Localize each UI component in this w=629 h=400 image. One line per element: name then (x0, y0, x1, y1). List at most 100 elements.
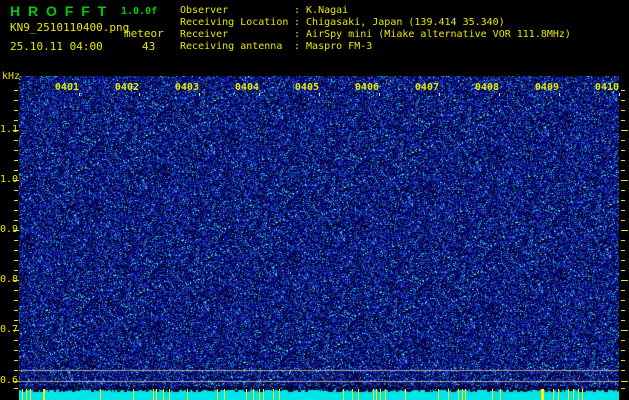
time-label: 0409 (534, 82, 559, 93)
meteor-marker (465, 389, 466, 400)
freq-minor-tick-right (621, 250, 625, 251)
meteor-marker (253, 389, 254, 400)
freq-axis-label: 0.9 (0, 224, 19, 235)
freq-minor-tick-right (621, 370, 625, 371)
meteor-marker (163, 389, 164, 400)
info-label: Receiver (180, 29, 229, 40)
minute-tick (499, 93, 500, 96)
freq-minor-tick-right (621, 350, 625, 351)
meteor-marker (541, 389, 544, 400)
meteor-marker (279, 389, 280, 400)
freq-minor-tick (14, 240, 18, 241)
info-label: Receiving antenna (180, 41, 283, 52)
freq-minor-tick-right (621, 310, 625, 311)
meteor-marker (259, 389, 260, 400)
freq-axis-label: 0.7 (0, 324, 19, 335)
freq-minor-tick (14, 100, 18, 101)
meteor-marker (169, 389, 170, 400)
info-value: : AirSpy mini (Miake alternative VOR 111… (294, 29, 571, 40)
freq-minor-tick (14, 370, 18, 371)
freq-minor-tick (14, 190, 18, 191)
spectrogram-canvas (19, 76, 619, 400)
timestamp: 25.10.11 04:00 (10, 40, 103, 53)
freq-minor-tick (14, 250, 18, 251)
freq-minor-tick-right (621, 110, 625, 111)
meteor-marker (405, 389, 406, 400)
info-value: : K.Nagai (294, 5, 349, 16)
minute-tick (79, 93, 80, 96)
meteor-marker (582, 389, 583, 400)
freq-minor-tick-right (621, 150, 625, 151)
freq-axis-label: 0.6 (0, 375, 19, 386)
freq-minor-tick (14, 120, 18, 121)
freq-minor-tick (14, 290, 18, 291)
freq-minor-tick (14, 160, 18, 161)
freq-major-tick-right (621, 130, 628, 131)
meteor-marker (133, 389, 134, 400)
minute-tick (259, 93, 260, 96)
minute-tick (139, 93, 140, 96)
freq-minor-tick (14, 220, 18, 221)
freq-minor-tick-right (621, 210, 625, 211)
freq-minor-tick (14, 300, 18, 301)
minute-tick (319, 93, 320, 96)
freq-minor-tick (14, 200, 18, 201)
filename: KN9_2510110400.png (10, 21, 130, 34)
time-label: 0410 (594, 82, 619, 93)
freq-minor-tick-right (621, 290, 625, 291)
freq-minor-tick-right (621, 240, 625, 241)
meteor-count: 43 (142, 40, 156, 53)
freq-minor-tick (14, 110, 18, 111)
minute-tick (439, 93, 440, 96)
meteor-marker (153, 389, 154, 400)
freq-minor-tick-right (621, 190, 625, 191)
freq-minor-tick (14, 260, 18, 261)
freq-minor-tick-right (621, 200, 625, 201)
time-label: 0401 (54, 82, 79, 93)
meteor-marker (573, 389, 574, 400)
freq-minor-tick-right (621, 340, 625, 341)
meteor-marker (438, 389, 439, 400)
freq-minor-tick (14, 270, 18, 271)
meteor-marker (156, 389, 157, 400)
time-label: 0407 (414, 82, 439, 93)
time-label: 0408 (474, 82, 499, 93)
freq-minor-tick (14, 210, 18, 211)
info-row: Receiver : AirSpy mini (Miake alternative… (180, 29, 571, 41)
freq-minor-tick (14, 170, 18, 171)
freq-minor-tick-right (621, 360, 625, 361)
app-version: 1.0.0f (121, 6, 158, 17)
freq-minor-tick-right (621, 260, 625, 261)
freq-axis-label: 1.1 (0, 124, 19, 135)
header-info: Observer: K.Nagai Receiving Location : Chi… (180, 5, 571, 53)
meteor-marker (558, 389, 559, 400)
minute-tick (619, 93, 620, 96)
info-label: Receiving Location (180, 17, 289, 28)
meteor-marker (43, 389, 45, 400)
freq-minor-tick-right (621, 90, 625, 91)
info-row: Observer: K.Nagai (180, 5, 571, 17)
freq-minor-tick-right (621, 388, 625, 389)
freq-major-tick-right (621, 180, 628, 181)
freq-minor-tick (14, 150, 18, 151)
info-value: : Chigasaki, Japan (139.414 35.340) (294, 17, 505, 28)
time-label: 0405 (294, 82, 319, 93)
freq-axis-label: 1.0 (0, 174, 19, 185)
meteor-marker (343, 389, 344, 400)
info-row: Receiving antenna: Maspro FM-3 (180, 41, 571, 53)
time-label: 0406 (354, 82, 379, 93)
meteor-marker (492, 389, 493, 400)
freq-minor-tick-right (621, 140, 625, 141)
freq-axis-label: 0.8 (0, 274, 19, 285)
freq-major-tick-right (621, 230, 628, 231)
hrofft-screen: H R O F F T 1.0.0f KN9_2510110400.png me… (0, 0, 629, 400)
freq-minor-tick-right (621, 160, 625, 161)
time-label: 0402 (114, 82, 139, 93)
meteor-marker (30, 389, 31, 400)
freq-minor-tick (14, 310, 18, 311)
freq-minor-tick-right (621, 220, 625, 221)
app-title: H R O F F T (10, 3, 109, 19)
freq-minor-tick (14, 140, 18, 141)
freq-minor-tick (14, 340, 18, 341)
meteor-marker (217, 389, 218, 400)
